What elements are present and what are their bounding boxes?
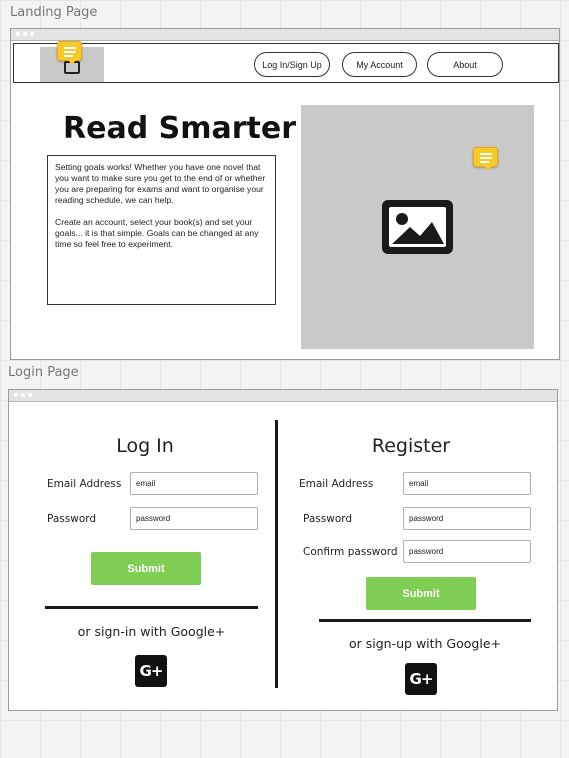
- login-title: Log In: [116, 435, 174, 457]
- register-title: Register: [371, 435, 451, 457]
- landing-frame-title: Landing Page: [10, 5, 98, 20]
- login-google-text: or sign-in with Google+: [77, 624, 226, 639]
- google-plus-signin-icon[interactable]: G+: [135, 655, 167, 687]
- register-confirm-input[interactable]: password: [403, 540, 531, 563]
- intro-paragraph-2: Create an account, select your book(s) a…: [55, 217, 259, 249]
- register-email-label: Email Address: [299, 478, 374, 490]
- intro-text-box: Setting goals works! Whether you have on…: [47, 155, 276, 305]
- register-password-input[interactable]: password: [403, 507, 531, 530]
- login-page-frame: Log In Email Address email Password pass…: [8, 389, 558, 711]
- landing-page-frame: Log In/Sign Up My Account About Read Sma…: [10, 28, 560, 360]
- column-divider: [275, 420, 278, 688]
- login-submit-button[interactable]: Submit: [91, 552, 201, 585]
- frame-title-bar: [11, 29, 559, 41]
- window-dots: [14, 393, 32, 397]
- login-divider: [45, 606, 258, 609]
- comment-icon[interactable]: [57, 41, 82, 65]
- intro-paragraph-1: Setting goals works! Whether you have on…: [55, 162, 266, 205]
- login-frame-title: Login Page: [8, 365, 79, 380]
- register-google-text: or sign-up with Google+: [349, 636, 501, 651]
- register-email-input[interactable]: email: [403, 472, 531, 495]
- register-submit-button[interactable]: Submit: [366, 577, 476, 610]
- nav-bar: Log In/Sign Up My Account About: [13, 43, 559, 83]
- hero-image-placeholder: [301, 105, 534, 349]
- comment-icon[interactable]: [473, 147, 498, 171]
- register-password-label: Password: [303, 513, 353, 525]
- login-signup-button[interactable]: Log In/Sign Up: [254, 52, 330, 77]
- register-confirm-label: Confirm password: [303, 546, 398, 558]
- image-icon: [382, 200, 453, 254]
- hero-title: Read Smarter: [63, 111, 296, 146]
- login-password-input[interactable]: password: [130, 507, 258, 530]
- frame-title-bar: [9, 390, 557, 402]
- login-email-label: Email Address: [47, 478, 122, 490]
- google-plus-signup-icon[interactable]: G+: [405, 663, 437, 695]
- about-button[interactable]: About: [427, 52, 503, 77]
- login-email-input[interactable]: email: [130, 472, 258, 495]
- window-dots: [16, 32, 34, 36]
- my-account-button[interactable]: My Account: [342, 52, 417, 77]
- register-divider: [319, 619, 531, 622]
- login-password-label: Password: [47, 513, 97, 525]
